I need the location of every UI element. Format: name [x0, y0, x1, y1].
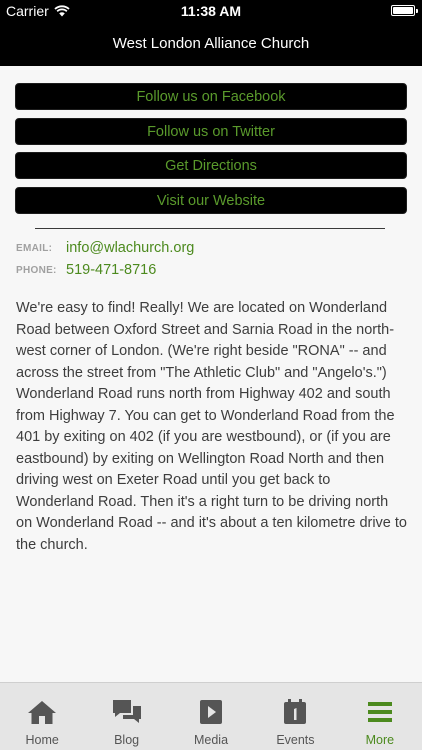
tab-more-label: More — [365, 733, 395, 747]
email-label: EMAIL: — [16, 242, 53, 254]
directions-description: We're easy to find! Really! We are locat… — [16, 300, 407, 553]
email-link[interactable]: info@wlachurch.org — [66, 240, 194, 256]
battery-icon — [391, 5, 418, 16]
nav-bar: West London Alliance Church — [0, 22, 422, 66]
menu-icon — [365, 699, 395, 725]
tab-home-label: Home — [25, 733, 59, 747]
status-time: 11:38 AM — [180, 3, 242, 19]
phone-link[interactable]: 519-471-8716 — [66, 262, 156, 278]
twitter-button[interactable]: Follow us on Twitter — [15, 117, 407, 145]
tab-home[interactable]: Home — [0, 683, 84, 750]
directions-button[interactable]: Get Directions — [15, 152, 407, 179]
tab-blog-label: Blog — [114, 733, 140, 747]
phone-label: PHONE: — [16, 264, 57, 276]
tab-media-label: Media — [193, 733, 229, 747]
chat-bubbles-icon — [112, 699, 142, 725]
contact-info: EMAIL: info@wlachurch.org PHONE: 519-471… — [16, 237, 406, 281]
tab-events-label: Events — [276, 733, 315, 747]
play-icon — [196, 699, 226, 725]
home-icon — [27, 699, 57, 725]
phone-row: PHONE: 519-471-8716 — [16, 259, 406, 281]
screen: Carrier 11:38 AM West London Alliance Ch… — [0, 0, 422, 750]
calendar-icon — [280, 699, 310, 725]
status-bar: Carrier 11:38 AM — [0, 0, 422, 22]
tab-bar: Home Blog Media Events More — [0, 682, 422, 750]
website-button[interactable]: Visit our Website — [15, 186, 407, 214]
email-row: EMAIL: info@wlachurch.org — [16, 237, 406, 259]
divider — [35, 228, 385, 229]
tab-events[interactable]: Events — [253, 683, 337, 750]
facebook-button[interactable]: Follow us on Facebook — [15, 83, 407, 110]
page-title: West London Alliance Church — [112, 35, 310, 52]
tab-media[interactable]: Media — [169, 683, 253, 750]
tab-blog[interactable]: Blog — [84, 683, 168, 750]
tab-more[interactable]: More — [338, 683, 422, 750]
action-buttons: Follow us on Facebook Follow us on Twitt… — [15, 83, 407, 221]
status-right — [391, 5, 418, 16]
